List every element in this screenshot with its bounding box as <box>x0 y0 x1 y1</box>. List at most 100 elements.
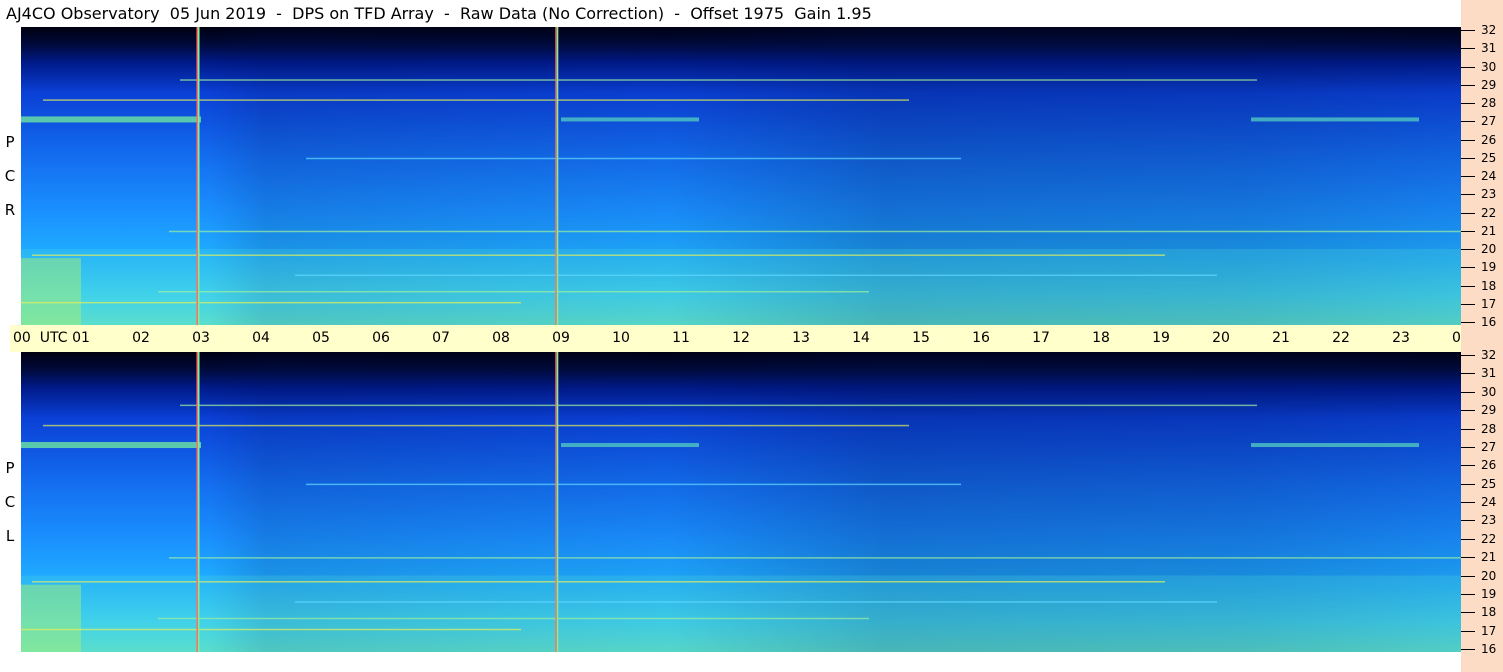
freq-tick-mark <box>1461 303 1475 305</box>
noise-hotspot <box>21 584 81 652</box>
carrier-line <box>43 99 909 101</box>
signal-band <box>21 442 201 449</box>
freq-tick-label: 16 <box>1481 642 1497 656</box>
freq-tick-label: 19 <box>1481 586 1497 601</box>
time-marker-line <box>555 352 557 652</box>
freq-tick-mark <box>1461 355 1475 356</box>
time-marker-line <box>556 352 559 652</box>
chart-title: AJ4CO Observatory 05 Jun 2019 - DPS on T… <box>6 4 872 23</box>
freq-tick-label: 32 <box>1481 23 1497 37</box>
signal-band <box>1251 443 1419 448</box>
carrier-line <box>32 581 1165 583</box>
freq-tick-mark <box>1461 410 1475 412</box>
time-tick-label: 08 <box>492 330 510 346</box>
freq-tick-label: 31 <box>1481 41 1497 56</box>
carrier-line <box>169 557 1461 559</box>
lcp-letter-c: C <box>4 493 16 511</box>
freq-tick-label: 23 <box>1481 187 1497 202</box>
freq-tick-label: 26 <box>1481 132 1497 147</box>
freq-tick-mark <box>1461 212 1475 214</box>
time-marker-line <box>198 352 200 652</box>
utc-time-axis: 00 UTC 01 02 03 04 05 06 07 08 09 10 11 12 13 14 15 16 17… <box>10 325 1503 352</box>
rcp-letter-p: P <box>5 133 15 151</box>
freq-tick-label: 18 <box>1481 278 1497 293</box>
time-tick-label: 19 <box>1152 330 1170 346</box>
freq-tick-mark <box>1461 194 1475 196</box>
freq-tick-mark <box>1461 373 1475 375</box>
freq-tick-mark <box>1461 520 1475 522</box>
freq-tick-mark <box>1461 322 1475 323</box>
carrier-line <box>21 628 521 631</box>
lcp-letter-p: P <box>5 459 15 477</box>
freq-tick-label: 24 <box>1481 495 1497 509</box>
freq-tick-mark <box>1461 502 1475 503</box>
freq-tick-label: 29 <box>1481 77 1497 92</box>
freq-tick-mark <box>1461 391 1475 393</box>
time-tick-label: 03 <box>192 330 210 346</box>
freq-tick-label: 30 <box>1481 59 1497 74</box>
rcp-spectrogram <box>21 27 1461 325</box>
freq-tick-mark <box>1461 249 1475 250</box>
time-tick-label: 04 <box>252 330 270 346</box>
time-tick-label: 17 <box>1032 330 1050 346</box>
freq-tick-mark <box>1461 176 1475 177</box>
freq-tick-mark <box>1461 66 1475 68</box>
time-tick-label: 14 <box>852 330 870 346</box>
carrier-line <box>306 157 961 160</box>
time-tick-label: 18 <box>1092 330 1110 346</box>
freq-tick-label: 20 <box>1481 242 1497 256</box>
time-tick-label: 22 <box>1332 330 1350 346</box>
carrier-line <box>158 290 869 293</box>
freq-tick-label: 24 <box>1481 169 1497 183</box>
freq-tick-label: 25 <box>1481 150 1497 165</box>
time-tick-label: 00 UTC <box>13 330 68 346</box>
noise-hotspot <box>21 258 81 325</box>
freq-tick-label: 22 <box>1481 205 1497 220</box>
signal-band <box>21 116 201 123</box>
carrier-line <box>180 79 1257 81</box>
freq-tick-label: 27 <box>1481 439 1497 454</box>
signal-band <box>561 443 699 448</box>
freq-tick-mark <box>1461 593 1475 595</box>
freq-tick-label: 32 <box>1481 348 1497 362</box>
rcp-letter-c: C <box>4 167 16 185</box>
time-tick-label: 11 <box>672 330 690 346</box>
carrier-line <box>295 274 1217 277</box>
freq-tick-mark <box>1461 267 1475 269</box>
freq-tick-mark <box>1461 230 1475 232</box>
freq-tick-mark <box>1461 103 1475 104</box>
freq-tick-mark <box>1461 139 1475 141</box>
lcp-label-strip: P C L <box>0 352 21 652</box>
freq-tick-mark <box>1461 446 1475 448</box>
time-tick-label: 20 <box>1212 330 1230 346</box>
freq-tick-label: 23 <box>1481 513 1497 528</box>
freq-tick-label: 25 <box>1481 476 1497 491</box>
carrier-line <box>306 483 961 486</box>
noise-floor <box>21 249 1461 325</box>
carrier-line <box>295 601 1217 603</box>
time-tick-label: 10 <box>612 330 630 346</box>
freq-tick-label: 30 <box>1481 384 1497 399</box>
freq-tick-label: 21 <box>1481 550 1497 565</box>
carrier-line <box>21 301 521 304</box>
freq-tick-label: 21 <box>1481 223 1497 238</box>
freq-tick-label: 22 <box>1481 531 1497 546</box>
freq-tick-label: 26 <box>1481 458 1497 473</box>
freq-tick-mark <box>1461 465 1475 467</box>
lcp-spectrogram <box>21 352 1461 652</box>
freq-tick-label: 16 <box>1481 315 1497 329</box>
freq-tick-mark <box>1461 121 1475 123</box>
carrier-line <box>158 617 869 620</box>
time-tick-label: 21 <box>1272 330 1290 346</box>
time-tick-label: 05 <box>312 330 330 346</box>
freq-tick-label: 28 <box>1481 96 1497 110</box>
time-marker-line <box>196 352 198 652</box>
time-tick-label: 02 <box>132 330 150 346</box>
freq-tick-label: 20 <box>1481 568 1497 583</box>
freq-tick-mark <box>1461 48 1475 50</box>
time-tick-label: 01 <box>72 330 90 346</box>
freq-tick-mark <box>1461 538 1475 540</box>
time-tick-label: 09 <box>552 330 570 346</box>
time-marker-line <box>556 27 559 325</box>
freq-tick-label: 27 <box>1481 114 1497 129</box>
